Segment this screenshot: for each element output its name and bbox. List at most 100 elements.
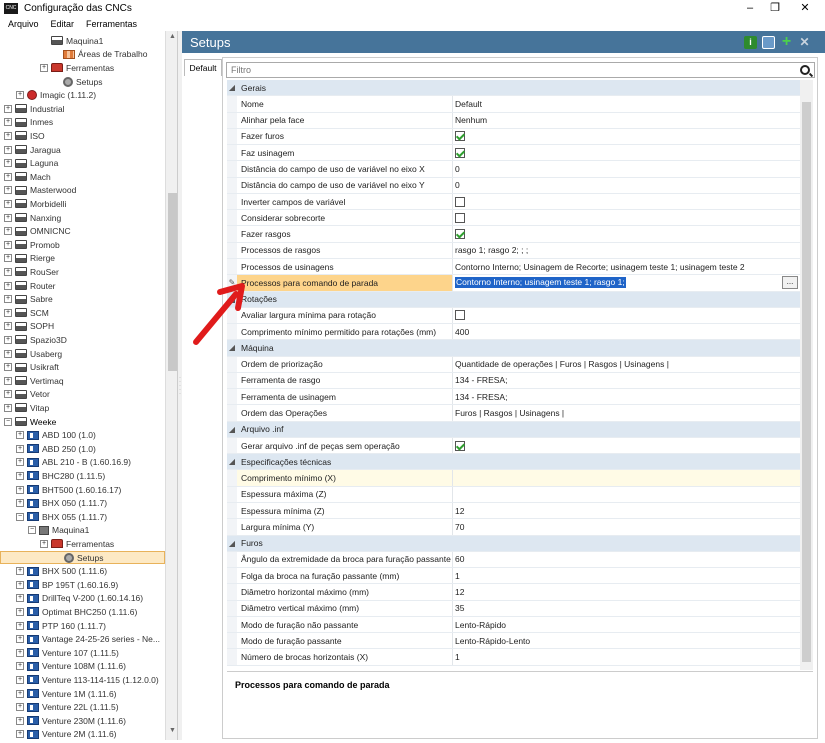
property-row[interactable]: Número de brocas horizontais (X) 1 [227,649,800,666]
property-value[interactable] [453,308,800,323]
tree-item[interactable]: + Laguna [0,156,165,170]
property-value[interactable]: 35 [453,601,800,616]
property-value[interactable]: 12 [453,503,800,518]
property-value[interactable] [453,226,800,241]
menu-editar[interactable]: Editar [51,19,75,29]
tree-item[interactable]: − BHX 055 (1.11.7) [0,510,165,524]
expand-icon[interactable]: + [4,390,12,399]
property-row[interactable]: Fazer furos [227,128,800,146]
property-row[interactable]: Espessura máxima (Z) [227,486,800,504]
selected-value-text[interactable]: Contorno Interno; usinagem teste 1; rasg… [455,277,626,289]
checkbox[interactable] [455,440,465,451]
category-row[interactable]: ◢ Rotações [227,291,800,308]
expand-icon[interactable]: + [16,580,24,589]
tree-item[interactable]: + Vetor [0,388,165,402]
tree-scrollbar[interactable]: ▲ ▼ [165,31,177,740]
tree-item[interactable]: Áreas de Trabalho [0,48,165,62]
expand-icon[interactable]: + [16,730,24,739]
property-value[interactable]: rasgo 1; rasgo 2; ; ; [453,243,800,258]
category-row[interactable]: ◢ Gerais [227,80,800,97]
tree-item[interactable]: + BHT500 (1.60.16.17) [0,483,165,497]
tree-item[interactable]: + BP 195T (1.60.16.9) [0,578,165,592]
tree-item[interactable]: + Spazio3D [0,333,165,347]
property-value[interactable]: Lento-Rápido-Lento [453,633,800,648]
tree-item[interactable]: + Jaragua [0,143,165,157]
property-row[interactable]: Considerar sobrecorte [227,210,800,227]
close-button[interactable]: ✕ [790,0,820,17]
property-row[interactable]: Ordem de priorização Quantidade de operaç… [227,356,800,373]
property-row[interactable]: Distância do campo de uso de variável no… [227,177,800,194]
property-value[interactable]: Nenhum [453,113,800,128]
expand-icon[interactable]: + [4,281,12,290]
scroll-up-icon[interactable]: ▲ [166,31,177,43]
checkbox[interactable] [455,147,465,158]
expand-icon[interactable]: + [4,308,12,317]
copy-icon[interactable] [762,36,775,49]
expand-icon[interactable]: + [4,295,12,304]
expand-icon[interactable]: + [16,594,24,603]
add-icon[interactable]: + [780,34,793,50]
expand-icon[interactable]: + [16,675,24,684]
property-value[interactable]: Contorno Interno; Usinagem de Recorte; u… [453,259,800,274]
tree-item[interactable]: − Maquina1 [0,524,165,538]
property-value[interactable] [453,145,800,160]
property-row[interactable]: Ângulo da extremidade da broca para fura… [227,551,800,569]
tree-item[interactable]: + Optimat BHC250 (1.11.6) [0,605,165,619]
property-value[interactable]: 134 - FRESA; [453,389,800,404]
property-row[interactable]: Alinhar pela face Nenhum [227,112,800,129]
property-value[interactable]: Furos | Rasgos | Usinagens | [453,405,800,420]
tree-item[interactable]: + Rierge [0,252,165,266]
property-row[interactable]: Folga da broca na furação passante (mm) 1 [227,568,800,585]
tree-item[interactable]: + ABD 250 (1.0) [0,442,165,456]
tree-item[interactable]: + Venture 2M (1.11.6) [0,728,165,740]
tree-item[interactable]: + Masterwood [0,184,165,198]
filter-input[interactable] [227,63,814,77]
tree-item[interactable]: + ABD 100 (1.0) [0,428,165,442]
tree-item[interactable]: + Nanxing [0,211,165,225]
property-row[interactable]: Inverter campos de variável [227,193,800,211]
expand-icon[interactable]: + [16,444,24,453]
expand-icon[interactable]: + [16,716,24,725]
property-row[interactable]: Fazer rasgos [227,226,800,243]
property-value[interactable]: 134 - FRESA; [453,373,800,388]
expand-icon[interactable]: + [16,431,24,440]
expand-icon[interactable]: + [40,539,48,548]
property-row[interactable]: Modo de furação não passante Lento-Rápido [227,616,800,634]
expand-icon[interactable]: + [4,131,12,140]
delete-icon[interactable]: ✕ [798,36,811,49]
property-value[interactable]: 1 [453,568,800,583]
property-value[interactable] [453,438,800,453]
category-row[interactable]: ◢ Arquivo .inf [227,421,800,438]
expand-icon[interactable]: + [4,159,12,168]
collapse-category-icon[interactable]: ◢ [227,80,237,96]
tree-item[interactable]: + ABL 210 - B (1.60.16.9) [0,456,165,470]
expand-icon[interactable]: + [4,376,12,385]
expand-icon[interactable]: + [16,91,24,100]
tree-item[interactable]: + Ferramentas [0,61,165,75]
tree-item[interactable]: + Venture 230M (1.11.6) [0,714,165,728]
tree-item[interactable]: + Router [0,279,165,293]
tree-item[interactable]: Setups [0,550,165,565]
expand-icon[interactable]: + [16,485,24,494]
grid-scroll-thumb[interactable] [802,102,811,662]
tree-item[interactable]: + BHC280 (1.11.5) [0,469,165,483]
collapse-icon[interactable]: − [28,526,36,535]
property-value[interactable] [453,487,800,502]
tree-item[interactable]: + Venture 108M (1.11.6) [0,660,165,674]
scroll-down-icon[interactable]: ▼ [166,725,177,737]
property-value[interactable] [453,129,800,144]
tree-item[interactable]: + Vantage 24-25-26 series - Ne... [0,632,165,646]
category-row[interactable]: ◢ Máquina [227,340,800,357]
expand-icon[interactable]: + [16,499,24,508]
checkbox[interactable] [455,212,465,223]
tree-item[interactable]: + Sabre [0,292,165,306]
tree-item[interactable]: + Usikraft [0,360,165,374]
menu-ferramentas[interactable]: Ferramentas [86,19,137,29]
expand-icon[interactable]: + [4,118,12,127]
property-row[interactable]: Largura mínima (Y) 70 [227,519,800,536]
info-icon[interactable]: i [744,36,757,49]
checkbox[interactable] [455,229,465,240]
tree-item[interactable]: Setups [0,75,165,89]
collapse-icon[interactable]: − [4,417,12,426]
expand-icon[interactable]: + [4,213,12,222]
